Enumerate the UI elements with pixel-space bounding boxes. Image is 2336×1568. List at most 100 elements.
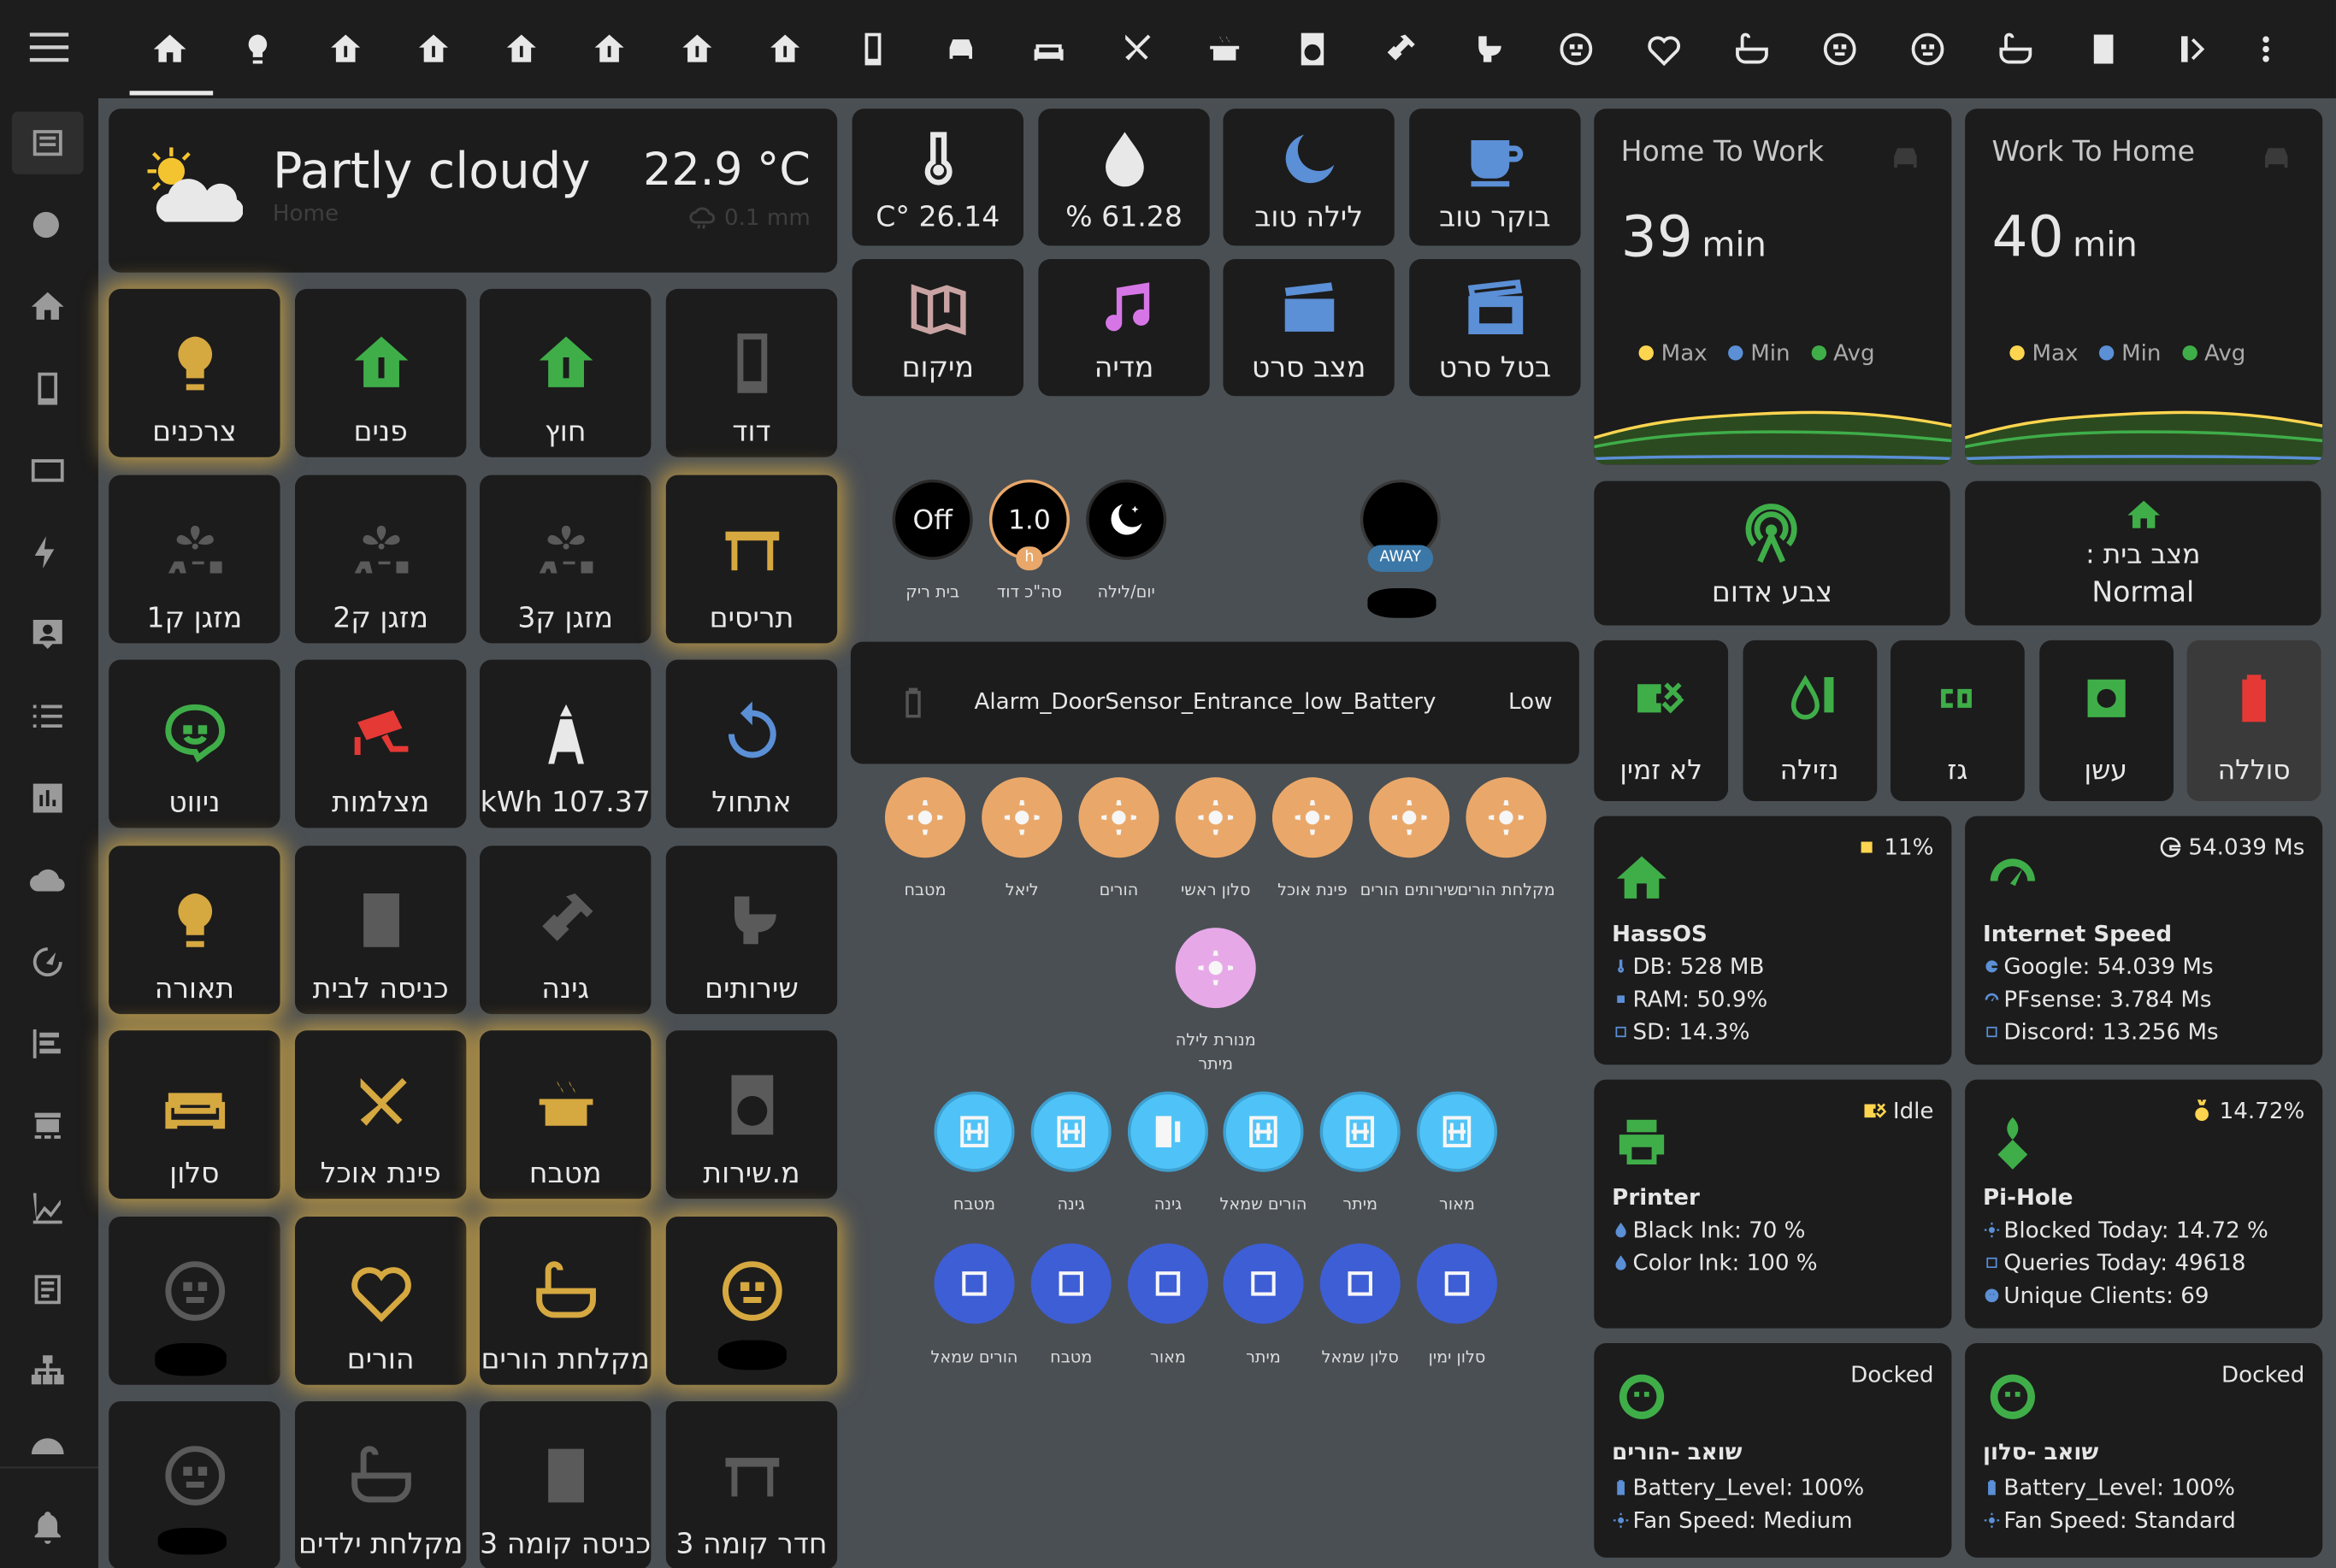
tab-silverware[interactable] <box>1102 15 1171 83</box>
tab-home-floor-0[interactable] <box>575 15 644 83</box>
alert-tile[interactable]: עשן <box>2038 640 2174 802</box>
sidebar-gauge-icon[interactable] <box>12 931 84 993</box>
internet-card[interactable]: 54.039 Ms Internet Speed Google: 54.039 Ms… <box>1965 816 2323 1065</box>
hassos-card[interactable]: 11% HassOS DB: 528 MB RAM: 50.9% SD: 14.3% <box>1594 816 1952 1065</box>
cover-button[interactable] <box>934 1091 1015 1172</box>
light-button[interactable] <box>1466 777 1547 858</box>
room-tile[interactable]: מ.שירות <box>665 1030 838 1200</box>
travel-time-card[interactable]: Work To Home 40 min Max Min Avg <box>1965 109 2323 465</box>
printer-card[interactable]: Idle Printer Black Ink: 70 % Color Ink: 100… <box>1594 1079 1952 1329</box>
tab-door[interactable] <box>2069 15 2138 83</box>
sidebar-cloud-icon[interactable] <box>12 849 84 911</box>
red-alert-card[interactable]: צבע אדום <box>1594 480 1950 626</box>
tab-face-woman[interactable] <box>1542 15 1610 83</box>
light-button[interactable] <box>1369 777 1450 858</box>
home-mode-card[interactable]: מצב בית : Normal <box>1965 480 2321 626</box>
scene-button[interactable]: מיקום <box>852 259 1023 397</box>
alert-tile[interactable]: לא זמין <box>1594 640 1729 802</box>
sidebar-hacs-icon[interactable] <box>12 1094 84 1157</box>
tab-chevron-right[interactable] <box>2163 15 2232 83</box>
room-tile[interactable]: תאורה <box>109 845 280 1014</box>
room-tile[interactable]: חדר קומה 3 <box>665 1400 838 1568</box>
tab-sofa[interactable] <box>1015 15 1083 83</box>
day-night-button[interactable] <box>1086 479 1167 560</box>
tab-toilet[interactable] <box>1454 15 1522 83</box>
cover-button[interactable] <box>1223 1091 1304 1172</box>
legend-item[interactable]: Max <box>1638 339 1708 366</box>
alert-tile[interactable]: סוללה <box>2186 640 2321 802</box>
sidebar-logbook-icon[interactable] <box>12 1012 84 1075</box>
room-tile[interactable]: ניווט <box>109 659 280 828</box>
room-tile[interactable]: כניסה קומה 3 <box>480 1400 652 1568</box>
tab-home-floor-2[interactable] <box>399 15 468 83</box>
legend-item[interactable]: Min <box>2098 339 2161 366</box>
travel-time-card[interactable]: Home To Work 39 min Max Min Avg <box>1594 109 1952 465</box>
room-tile[interactable]: דוד <box>665 288 838 457</box>
room-tile[interactable]: מזגן ק2 <box>294 474 467 643</box>
tab-cellphone[interactable] <box>839 15 907 83</box>
room-tile[interactable]: מטבח <box>480 1030 652 1200</box>
light-button[interactable] <box>1271 777 1354 858</box>
scene-button[interactable]: לילה טוב <box>1223 109 1395 246</box>
tab-home-floor-a[interactable] <box>751 15 819 83</box>
cover-button[interactable] <box>1416 1243 1498 1324</box>
room-tile[interactable]: צרכנים <box>109 288 280 457</box>
tab-heart[interactable] <box>1630 15 1698 83</box>
room-tile[interactable]: חוץ <box>480 288 652 457</box>
cover-button[interactable] <box>1127 1243 1209 1324</box>
legend-item[interactable]: Min <box>1728 339 1790 366</box>
light-button[interactable] <box>1175 777 1256 858</box>
vac2-card[interactable]: Docked שואב -סלון Battery_Level: 100% Fan S… <box>1965 1343 2323 1558</box>
tab-home-floor-b[interactable] <box>663 15 731 83</box>
room-tile[interactable]: הורים <box>294 1216 467 1384</box>
room-tile[interactable]: פינת אוכל <box>294 1030 467 1200</box>
tab-bathtub[interactable] <box>1718 15 1786 83</box>
cover-button[interactable] <box>1223 1243 1304 1324</box>
empty-home-button[interactable]: Off <box>892 479 973 560</box>
tab-home-floor-1[interactable] <box>311 15 380 83</box>
tab-home[interactable] <box>136 15 204 83</box>
light-button[interactable] <box>982 777 1063 858</box>
weather-card[interactable]: Partly cloudy Home 22.9 °C 0.1 mm <box>109 109 838 273</box>
night-light-button[interactable] <box>1175 928 1256 1009</box>
sidebar-sitemap-icon[interactable] <box>12 1341 84 1403</box>
cover-button[interactable] <box>1416 1091 1498 1172</box>
tab-dots-vertical[interactable] <box>2232 15 2300 83</box>
vac1-card[interactable]: Docked שואב -הורים Battery_Level: 100% Fan … <box>1594 1343 1952 1558</box>
room-tile[interactable]: סלון <box>109 1030 280 1200</box>
sidebar-history-icon[interactable] <box>12 1176 84 1239</box>
room-tile[interactable]: פנים <box>294 288 467 457</box>
cover-button[interactable] <box>1319 1091 1401 1172</box>
alert-tile[interactable]: גז <box>1890 640 2025 802</box>
room-tile[interactable]: מזגן ק3 <box>480 474 652 643</box>
room-tile[interactable]: תריסים <box>665 474 838 643</box>
cover-button[interactable] <box>1319 1243 1401 1324</box>
light-button[interactable] <box>1078 777 1159 858</box>
sidebar-tablet-icon[interactable] <box>12 357 84 420</box>
sidebar-energy-icon[interactable] <box>12 522 84 584</box>
sidebar-overview-icon[interactable] <box>11 111 84 174</box>
tab-lightbulb-group[interactable] <box>223 15 292 83</box>
alarm-entity-row[interactable]: Alarm_DoorSensor_Entrance_low_Battery Lo… <box>850 641 1579 764</box>
sidebar-notes-icon[interactable] <box>12 1259 84 1321</box>
tab-washing-machine[interactable] <box>1278 15 1347 83</box>
room-tile[interactable]: מצלמות <box>294 659 467 828</box>
sidebar-more-icon[interactable] <box>12 1422 84 1459</box>
scene-button[interactable]: מצב סרט <box>1223 259 1395 397</box>
legend-item[interactable]: Max <box>2009 339 2079 366</box>
sensor-tile[interactable]: 26.14 °C <box>852 109 1023 246</box>
room-tile[interactable]: מקלחת ילדים <box>294 1400 467 1568</box>
room-tile[interactable]: שירותים <box>665 845 838 1014</box>
sidebar-tv-icon[interactable] <box>12 439 84 502</box>
tab-pot-steam[interactable] <box>1190 15 1259 83</box>
room-tile[interactable]: אתחול <box>665 659 838 828</box>
room-tile[interactable]: 107.37 kWh <box>480 659 652 828</box>
legend-item[interactable]: Avg <box>1811 339 1875 366</box>
scene-button[interactable]: מדיה <box>1038 259 1210 397</box>
scene-button[interactable]: בוקר טוב <box>1409 109 1581 246</box>
tab-home-floor-3[interactable] <box>487 15 556 83</box>
tab-bathtub-outline[interactable] <box>1981 15 2050 83</box>
tab-shovel[interactable] <box>1366 15 1435 83</box>
room-tile[interactable]: גינה <box>480 845 652 1014</box>
sensor-tile[interactable]: 61.28 % <box>1038 109 1210 246</box>
